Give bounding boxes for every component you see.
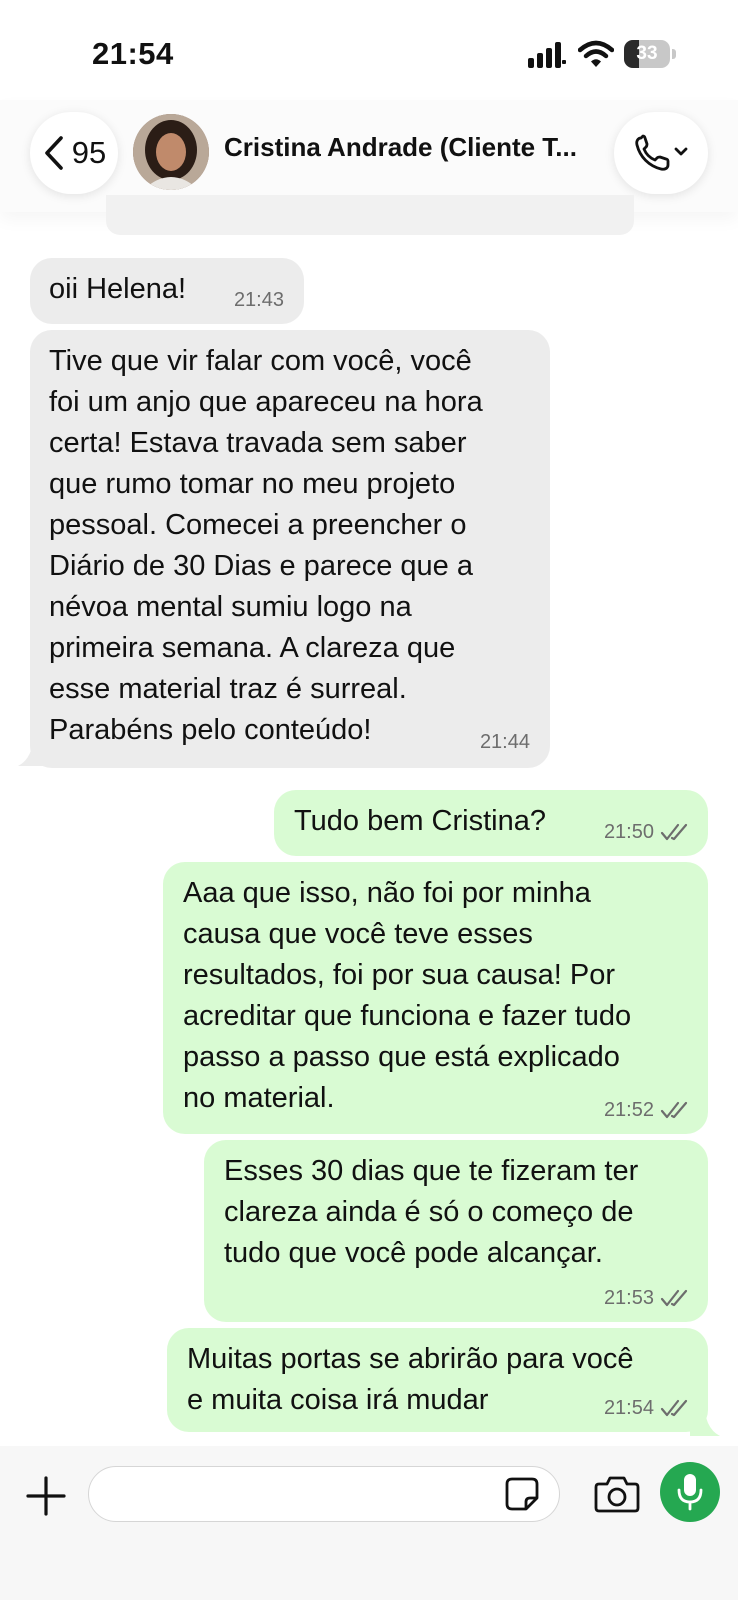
cellular-signal-icon — [528, 42, 566, 68]
sticker-icon[interactable] — [504, 1476, 540, 1512]
back-button[interactable]: 95 — [30, 112, 118, 194]
message-text: oii Helena! — [49, 273, 187, 305]
call-button[interactable] — [614, 112, 708, 194]
outgoing-message[interactable]: Tudo bem Cristina? 21:50 — [274, 790, 708, 856]
unread-count: 95 — [71, 135, 107, 170]
phone-icon — [635, 134, 688, 171]
incoming-message[interactable]: oii Helena! 21:43 — [30, 258, 304, 324]
message-text: Aaa que isso, não foi por minha causa qu… — [183, 877, 632, 1114]
double-check-icon — [660, 823, 688, 841]
incoming-message[interactable]: Tive que vir falar com você, você foi um… — [30, 330, 550, 768]
message-time-label: 21:54 — [603, 1397, 654, 1419]
outgoing-message[interactable]: Aaa que isso, não foi por minha causa qu… — [163, 862, 708, 1134]
double-check-icon — [660, 1101, 688, 1119]
contact-avatar[interactable] — [133, 114, 209, 190]
previous-message-edge — [106, 195, 634, 235]
bubble-tail — [690, 1400, 720, 1436]
message-text: Tive que vir falar com você, você foi um… — [49, 345, 483, 746]
back-chevron-icon — [44, 136, 63, 170]
microphone-button[interactable] — [660, 1462, 720, 1522]
message-time: 21:43 — [233, 289, 284, 311]
message-text: Muitas portas se abrirão para você e mui… — [187, 1343, 634, 1416]
double-check-icon — [660, 1289, 688, 1307]
battery-tip — [672, 49, 676, 59]
avatar-photo — [133, 114, 209, 190]
wifi-icon — [578, 40, 614, 67]
message-text: Esses 30 dias que te fizeram ter clareza… — [224, 1155, 639, 1269]
outgoing-message[interactable]: Muitas portas se abrirão para você e mui… — [167, 1328, 708, 1432]
message-time-label: 21:52 — [603, 1099, 654, 1121]
message-time-label: 21:50 — [603, 821, 654, 843]
message-time-label: 21:53 — [603, 1287, 654, 1309]
message-text: Tudo bem Cristina? — [294, 805, 546, 837]
contact-name[interactable]: Cristina Andrade (Cliente T... — [224, 132, 594, 163]
double-check-icon — [660, 1399, 688, 1417]
status-bar: 21:54 33 — [0, 0, 738, 100]
message-time: 21:52 — [604, 1098, 692, 1122]
bubble-tail — [18, 730, 48, 766]
message-composer — [0, 1446, 738, 1600]
battery-body: 33 — [624, 40, 670, 68]
message-time: 21:44 — [479, 731, 530, 753]
outgoing-message[interactable]: Esses 30 dias que te fizeram ter clareza… — [204, 1140, 708, 1322]
camera-icon[interactable] — [594, 1474, 640, 1514]
message-input[interactable] — [88, 1466, 560, 1522]
message-time: 21:53 — [604, 1286, 692, 1310]
message-time: 21:54 — [604, 1396, 692, 1420]
battery-percent: 33 — [636, 43, 658, 64]
message-time: 21:50 — [604, 820, 692, 844]
chevron-down-icon — [674, 147, 688, 156]
plus-icon[interactable] — [24, 1474, 68, 1518]
battery-indicator: 33 — [624, 40, 676, 68]
microphone-icon — [677, 1474, 703, 1511]
status-time: 21:54 — [92, 36, 174, 71]
